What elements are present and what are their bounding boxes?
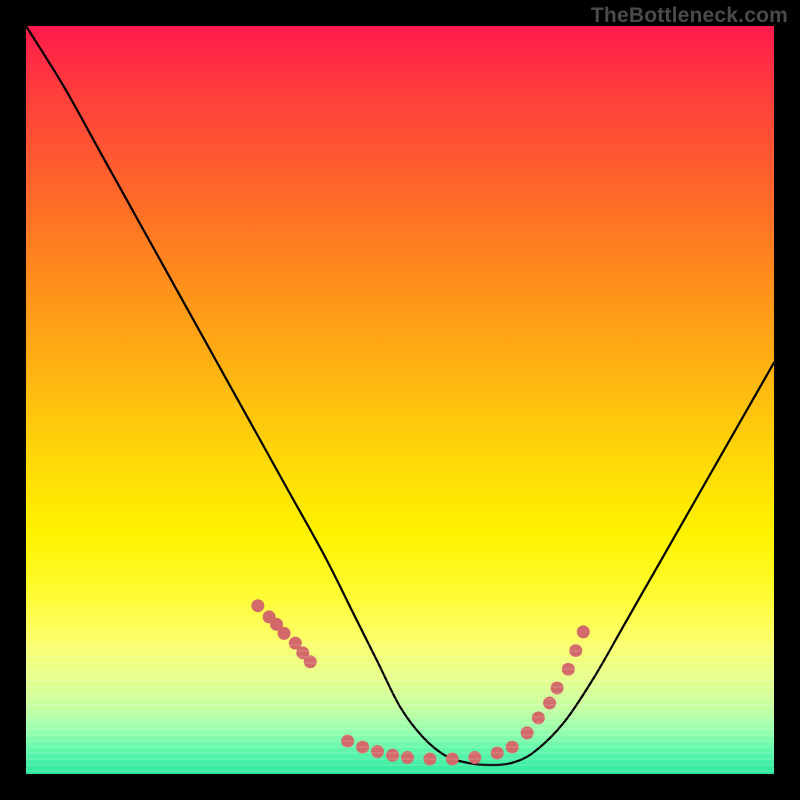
- highlight-dot: [577, 625, 590, 638]
- highlight-dot: [341, 735, 354, 748]
- highlight-dot: [562, 663, 575, 676]
- highlight-dot: [521, 726, 534, 739]
- highlight-dot: [423, 753, 436, 766]
- highlight-dot: [386, 749, 399, 762]
- highlight-dot: [468, 751, 481, 764]
- chart-svg: [26, 26, 774, 774]
- highlight-dot: [506, 741, 519, 754]
- highlight-dot: [401, 751, 414, 764]
- highlight-dots: [251, 599, 589, 765]
- watermark-text: TheBottleneck.com: [591, 4, 788, 28]
- highlight-dot: [543, 696, 556, 709]
- highlight-dot: [278, 627, 291, 640]
- highlight-dot: [446, 753, 459, 766]
- highlight-dot: [251, 599, 264, 612]
- highlight-dot: [491, 747, 504, 760]
- highlight-dot: [356, 741, 369, 754]
- highlight-dot: [532, 711, 545, 724]
- highlight-dot: [551, 681, 564, 694]
- chart-frame: TheBottleneck.com: [0, 0, 800, 800]
- highlight-dot: [304, 655, 317, 668]
- highlight-dot: [371, 745, 384, 758]
- plot-area: [26, 26, 774, 774]
- bottleneck-curve: [26, 26, 774, 765]
- highlight-dot: [569, 644, 582, 657]
